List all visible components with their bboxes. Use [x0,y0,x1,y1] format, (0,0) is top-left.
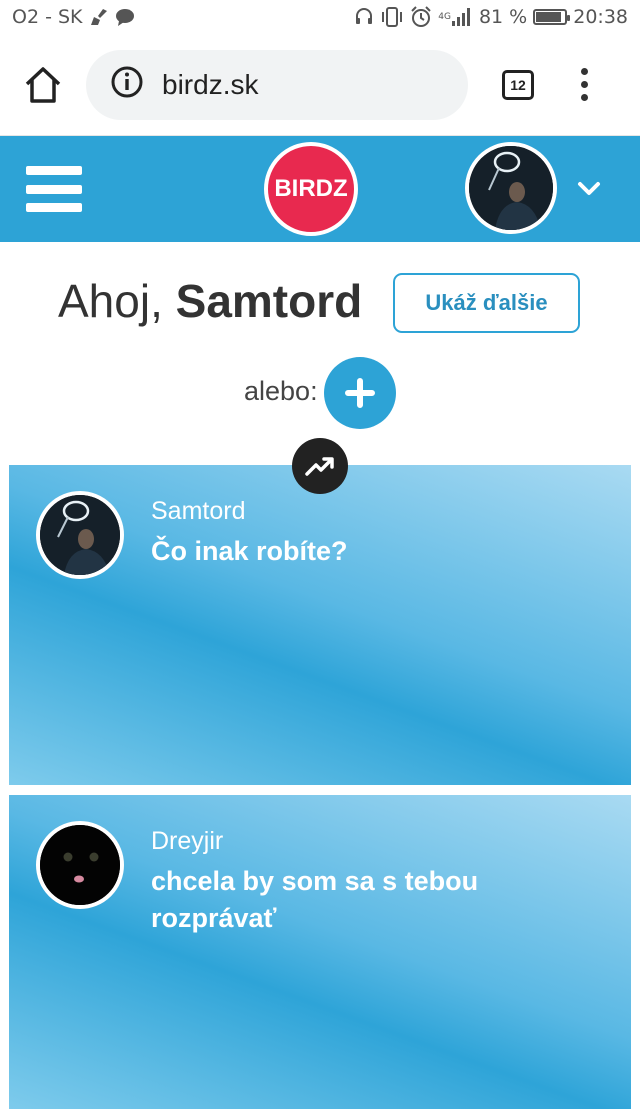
birdz-logo[interactable]: BIRDZ [264,142,358,236]
greeting-title: Ahoj, Samtord [58,274,362,328]
home-button[interactable] [18,60,68,110]
home-icon [25,66,61,103]
broom-icon [89,8,109,26]
avatar[interactable] [36,821,124,909]
greeting-prefix: Ahoj, [58,275,176,327]
post-text: Čo inak robíte? [151,536,348,566]
feed-card[interactable]: Samtord Čo inak robíte? [9,465,631,785]
post-text: chcela by som sa s tebou rozprávať [151,866,479,933]
plus-icon [345,378,375,408]
or-label: alebo: [244,376,318,406]
info-icon[interactable] [110,65,144,104]
chat-bubble-icon [115,8,135,26]
menu-dot [580,80,588,88]
create-row: alebo: [0,356,640,430]
status-bar: O2 - SK 4G 81 % 20:38 [0,0,640,34]
show-more-button[interactable]: Ukáž ďalšie [393,273,580,333]
hamburger-menu-icon[interactable] [26,166,82,212]
status-right: 4G 81 % 20:38 [354,6,628,28]
greeting-row: Ahoj, Samtord Ukáž ďalšie [0,270,640,336]
menu-dot [580,67,588,75]
logo-text: BIRDZ [274,175,348,202]
show-more-label: Ukáž ďalšie [425,290,548,315]
avatar[interactable] [465,142,557,234]
signal-icon: 4G [438,7,473,27]
post-author[interactable]: Dreyjir [151,827,223,856]
avatar[interactable] [36,491,124,579]
vibrate-icon [380,7,404,27]
address-bar[interactable]: birdz.sk [86,49,468,120]
url-text[interactable]: birdz.sk [162,69,258,101]
chevron-down-icon[interactable] [574,174,604,204]
battery-percent: 81 % [478,6,528,28]
menu-dot [580,94,588,102]
add-post-button[interactable] [324,357,396,429]
headset-icon [354,7,374,27]
tab-count: 12 [510,76,526,93]
feed-card[interactable]: Dreyjir chcela by som sa s tebou rozpráv… [9,795,631,1109]
browser-menu-button[interactable] [574,65,594,105]
username: Samtord [175,275,363,327]
post-author[interactable]: Samtord [151,497,245,526]
app-header: BIRDZ [0,136,640,242]
browser-toolbar: birdz.sk 12 [0,34,640,136]
carrier-label: O2 - SK [12,6,83,28]
trending-up-icon [305,457,334,476]
clock: 20:38 [573,6,628,28]
network-type: 4G [438,11,451,22]
battery-fill [536,12,561,22]
battery-icon [533,9,571,25]
status-left: O2 - SK [12,6,135,28]
tabs-button[interactable]: 12 [502,69,534,100]
alarm-icon [410,6,432,28]
trending-button[interactable] [292,438,348,494]
